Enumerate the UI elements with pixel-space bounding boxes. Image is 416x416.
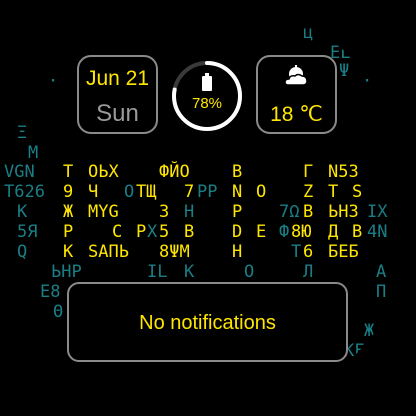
- matrix-glyph: ЬНЗ: [328, 202, 359, 222]
- matrix-glyph: E: [256, 222, 267, 242]
- matrix-glyph: 5: [159, 222, 170, 242]
- matrix-glyph: K: [17, 202, 28, 222]
- matrix-glyph: 7Ω: [279, 202, 300, 222]
- matrix-glyph: O: [244, 262, 255, 282]
- matrix-glyph: 5Я: [17, 222, 38, 242]
- matrix-glyph: VGN: [4, 162, 35, 182]
- no-notifications-label: No notifications: [139, 312, 276, 334]
- matrix-glyph: ЬНР: [51, 262, 82, 282]
- matrix-glyph: E8: [40, 282, 61, 302]
- matrix-glyph: T626: [4, 182, 45, 202]
- matrix-glyph: Ф: [279, 222, 290, 242]
- matrix-glyph: 9: [63, 182, 74, 202]
- matrix-row-r9: K Н 7Ω IX Ж MYG З P B ЬНЗ: [0, 201, 416, 223]
- matrix-glyph: Ч: [88, 182, 99, 202]
- matrix-glyph: H: [232, 242, 243, 262]
- matrix-glyph: K: [63, 242, 74, 262]
- matrix-glyph: ·: [362, 71, 373, 91]
- matrix-glyph: K: [184, 262, 195, 282]
- matrix-glyph: T: [291, 242, 302, 262]
- notifications-panel[interactable]: No notifications: [67, 282, 348, 362]
- matrix-glyph: Н: [184, 202, 195, 222]
- matrix-glyph: SAПЬ: [88, 242, 129, 262]
- matrix-glyph: O: [256, 182, 267, 202]
- matrix-row-r12: ЬНР IL K O Л A: [0, 261, 416, 283]
- matrix-glyph: 6: [303, 242, 314, 262]
- matrix-glyph: П: [376, 282, 387, 302]
- matrix-glyph: D: [232, 222, 243, 242]
- date-label: Jun 21: [85, 67, 150, 90]
- matrix-glyph: IL: [147, 262, 168, 282]
- matrix-glyph: З: [159, 202, 170, 222]
- matrix-glyph: Т: [63, 162, 74, 182]
- matrix-glyph: Q: [17, 242, 28, 262]
- matrix-glyph: Г: [303, 162, 314, 182]
- matrix-glyph: B: [352, 222, 363, 242]
- matrix-glyph: Х: [147, 222, 158, 242]
- matrix-row-r1: ц: [0, 22, 416, 44]
- matrix-glyph: 7: [184, 182, 195, 202]
- battery-icon: [202, 73, 212, 91]
- matrix-glyph: S: [352, 182, 363, 202]
- matrix-glyph: Ж: [364, 321, 375, 341]
- matrix-row-r8: T626 O PP 9 Ч ТЩ 7 N O Z T S: [0, 181, 416, 203]
- matrix-glyph: Д: [328, 222, 339, 242]
- matrix-row-r10: 5Я Х Ф 4N P C P 5 B D E 8Ю Д B: [0, 221, 416, 243]
- matrix-glyph: N: [232, 182, 243, 202]
- matrix-glyph: ФЙО: [159, 162, 190, 182]
- matrix-glyph: T: [328, 182, 339, 202]
- matrix-glyph: ТЩ: [136, 182, 157, 202]
- matrix-glyph: ·: [48, 71, 59, 91]
- matrix-glyph: 4N: [367, 222, 388, 242]
- matrix-glyph: O: [124, 182, 135, 202]
- matrix-glyph: P: [63, 222, 74, 242]
- matrix-glyph: Ξ: [17, 123, 28, 143]
- matrix-glyph: Л: [303, 262, 314, 282]
- matrix-row-r11: Q T K SAПЬ 8ΨM H 6 БЕБ: [0, 241, 416, 263]
- watch-face: ц EL Ψ · · Ξ M VGN Т ОЬХ ФЙО B Г N53 T626 O PP 9 Ч ТЩ 7 N O Z T S…: [0, 0, 416, 416]
- matrix-glyph: A: [376, 262, 387, 282]
- battery-percent: 78%: [191, 95, 223, 112]
- matrix-glyph: PP: [197, 182, 218, 202]
- matrix-glyph: MYG: [88, 202, 119, 222]
- temperature-label: 18 ℃: [270, 103, 323, 126]
- matrix-glyph: B: [184, 222, 195, 242]
- matrix-glyph: 8Ю: [291, 222, 312, 242]
- partly-cloudy-icon: [284, 65, 308, 86]
- matrix-glyph: C: [112, 222, 123, 242]
- matrix-glyph: ц: [303, 23, 314, 43]
- matrix-glyph: B: [303, 202, 314, 222]
- matrix-glyph: Z: [303, 182, 314, 202]
- matrix-row-r7: VGN Т ОЬХ ФЙО B Г N53: [0, 161, 416, 183]
- matrix-glyph: 8ΨM: [159, 242, 190, 262]
- weekday-label: Sun: [96, 100, 139, 127]
- date-complication[interactable]: Jun 21 Sun: [77, 55, 158, 134]
- matrix-glyph: Ж: [63, 202, 74, 222]
- matrix-glyph: P: [232, 202, 243, 222]
- matrix-glyph: IX: [367, 202, 388, 222]
- matrix-glyph: N53: [328, 162, 359, 182]
- matrix-glyph: B: [232, 162, 243, 182]
- matrix-glyph: P: [136, 222, 147, 242]
- matrix-glyph: БЕБ: [328, 242, 359, 262]
- matrix-glyph: ОЬХ: [88, 162, 119, 182]
